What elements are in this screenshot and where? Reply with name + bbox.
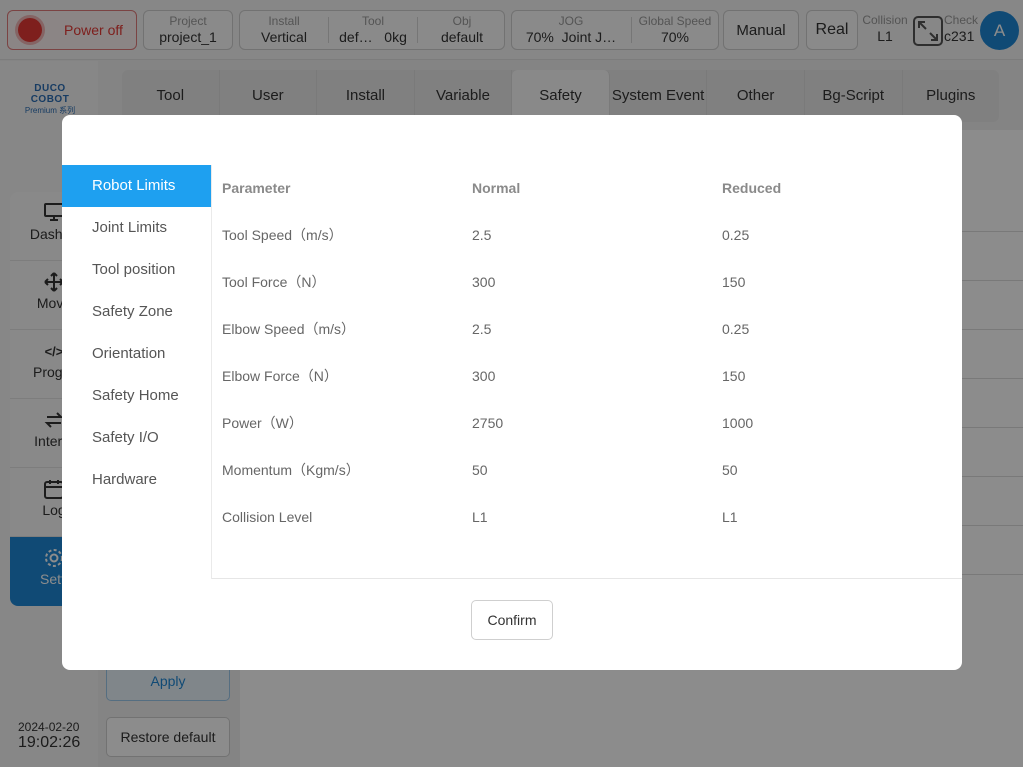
cell-reduced: 150 <box>722 367 746 384</box>
table-row: Momentum（Kgm/s） 50 50 <box>212 446 962 493</box>
cell-normal: 2.5 <box>472 320 492 337</box>
robot-limits-dialog: Robot Limits Joint Limits Tool position … <box>62 115 962 670</box>
header-parameter: Parameter <box>222 180 291 196</box>
cell-normal: 2.5 <box>472 226 492 243</box>
menu-item-safety-io[interactable]: Safety I/O <box>62 417 211 459</box>
cell-normal: 300 <box>472 273 496 290</box>
table-row: Elbow Force（N） 300 150 <box>212 352 962 399</box>
menu-item-safety-zone[interactable]: Safety Zone <box>62 291 211 333</box>
cell-parameter: Elbow Speed（m/s） <box>222 320 356 337</box>
cell-parameter: Collision Level <box>222 508 313 525</box>
menu-item-joint-limits[interactable]: Joint Limits <box>62 207 211 249</box>
header-reduced: Reduced <box>722 180 782 196</box>
confirm-button[interactable]: Confirm <box>471 600 553 640</box>
menu-item-safety-home[interactable]: Safety Home <box>62 375 211 417</box>
limits-menu: Robot Limits Joint Limits Tool position … <box>62 165 211 501</box>
header-normal: Normal <box>472 180 521 196</box>
cell-parameter: Tool Speed（m/s） <box>222 226 343 243</box>
cell-reduced: 50 <box>722 461 738 478</box>
cell-parameter: Elbow Force（N） <box>222 367 338 384</box>
limits-table: Parameter Normal Reduced Tool Speed（m/s）… <box>212 165 962 579</box>
menu-item-orientation[interactable]: Orientation <box>62 333 211 375</box>
cell-reduced: L1 <box>722 508 738 525</box>
cell-reduced: 0.25 <box>722 226 750 243</box>
cell-normal: L1 <box>472 508 488 525</box>
cell-reduced: 150 <box>722 273 746 290</box>
table-row: Collision Level L1 L1 <box>212 493 962 540</box>
table-row: Tool Force（N） 300 150 <box>212 258 962 305</box>
cell-normal: 50 <box>472 461 488 478</box>
cell-normal: 2750 <box>472 414 504 431</box>
table-row: Power（W） 2750 1000 <box>212 399 962 446</box>
cell-reduced: 1000 <box>722 414 754 431</box>
menu-item-hardware[interactable]: Hardware <box>62 459 211 501</box>
menu-item-robot-limits[interactable]: Robot Limits <box>62 165 211 207</box>
table-header: Parameter Normal Reduced <box>212 165 962 211</box>
cell-reduced: 0.25 <box>722 320 750 337</box>
cell-parameter: Tool Force（N） <box>222 273 326 290</box>
cell-parameter: Power（W） <box>222 414 303 431</box>
table-row: Tool Speed（m/s） 2.5 0.25 <box>212 211 962 258</box>
menu-item-tool-position[interactable]: Tool position <box>62 249 211 291</box>
table-row: Elbow Speed（m/s） 2.5 0.25 <box>212 305 962 352</box>
cell-parameter: Momentum（Kgm/s） <box>222 461 360 478</box>
cell-normal: 300 <box>472 367 496 384</box>
